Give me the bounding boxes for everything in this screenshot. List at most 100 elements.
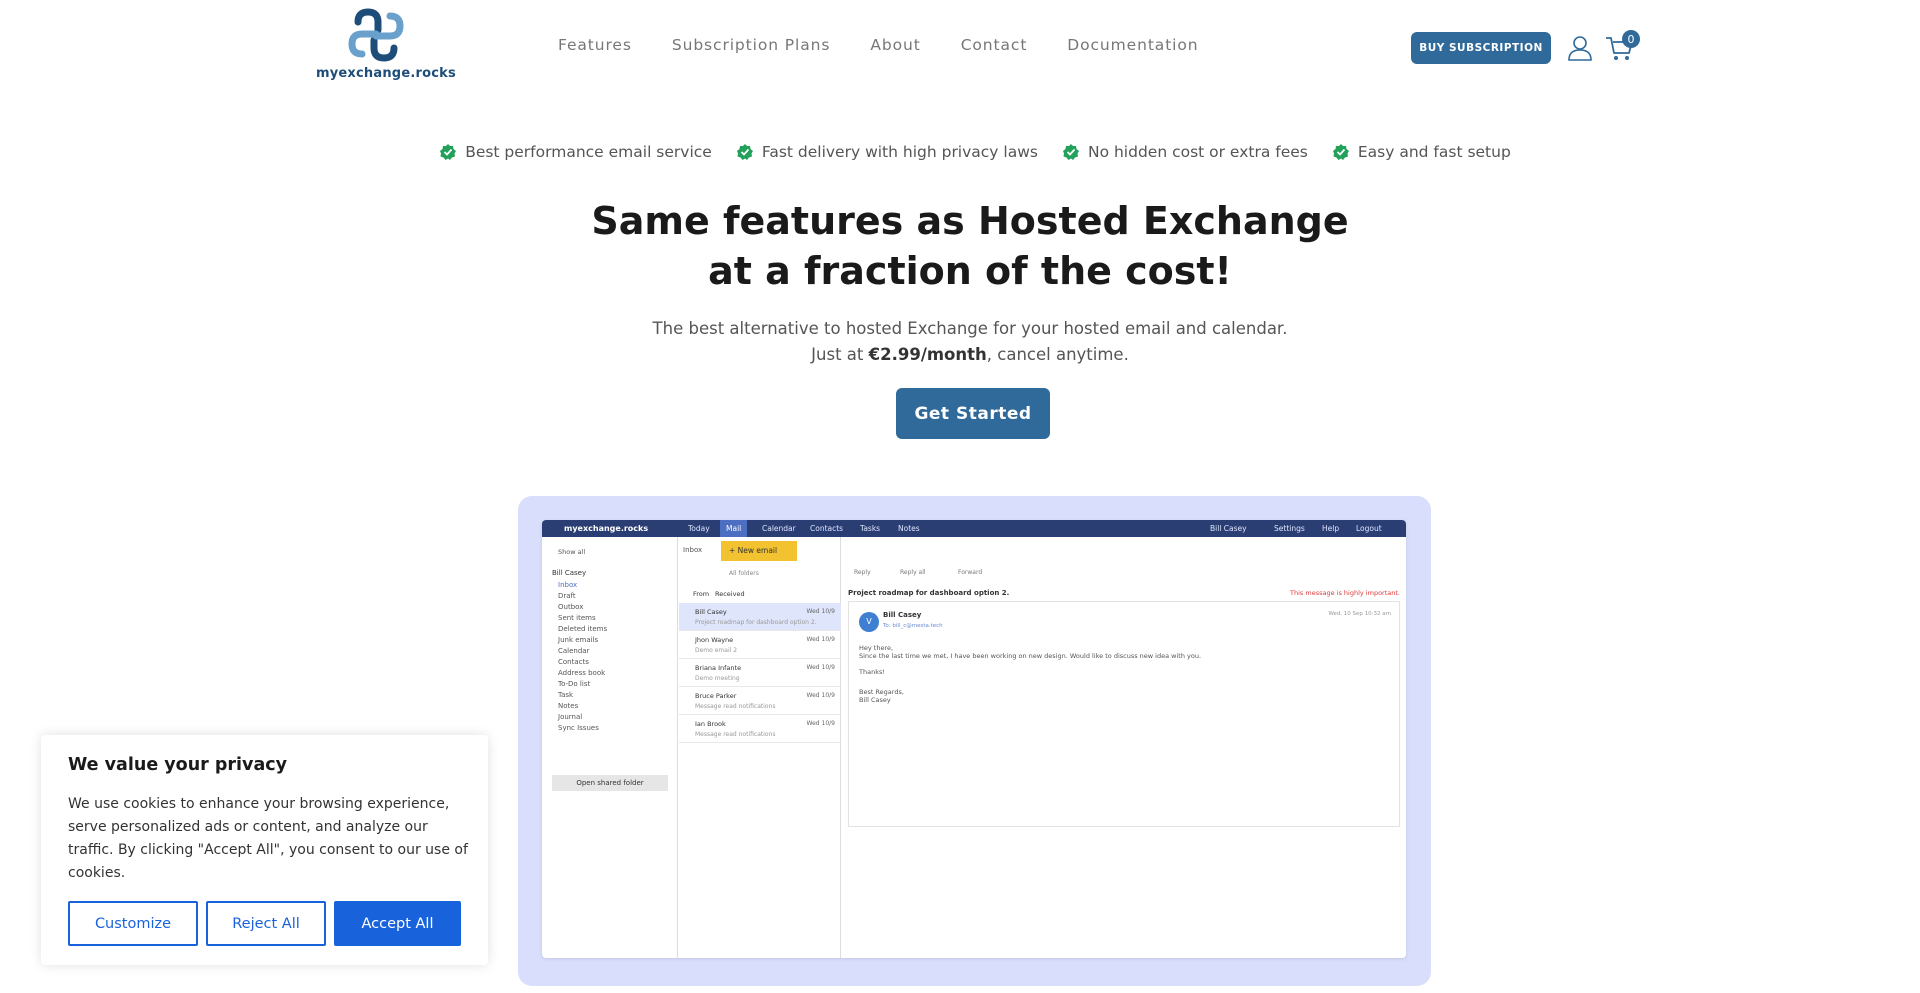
mockup-mail-date: Wed 10/9 <box>806 664 835 671</box>
nav-contact[interactable]: Contact <box>961 36 1028 54</box>
nav-subscription-plans[interactable]: Subscription Plans <box>672 36 831 54</box>
mockup-col-from: From <box>693 590 710 598</box>
nav-features[interactable]: Features <box>558 36 632 54</box>
mockup-reader-from: Bill Casey <box>883 611 922 619</box>
mockup-brand: myexchange.rocks <box>564 524 649 533</box>
nav-about[interactable]: About <box>870 36 920 54</box>
mockup-mail-from: Jhon Wayne <box>695 636 734 644</box>
mockup-mail-subject: Project roadmap for dashboard option 2. <box>695 619 817 626</box>
mockup-folder: Outbox <box>558 603 584 611</box>
mockup-body-regards: Best Regards, <box>859 688 904 696</box>
mockup-mail-row: Briana Infante Wed 10/9 Demo meeting <box>679 659 841 687</box>
mockup-folder: Draft <box>558 592 576 600</box>
logo-knot-icon <box>348 8 404 62</box>
mockup-body-sign: Bill Casey <box>859 696 891 704</box>
mockup-folder: Task <box>558 691 574 699</box>
mockup-show-all: Show all <box>558 548 586 556</box>
mockup-folder: Notes <box>558 702 579 710</box>
check-badge-icon <box>1332 144 1349 160</box>
mockup-folder-pane: Show all Bill Casey Inbox Draft Outbox S… <box>542 537 678 958</box>
mockup-tab-mail: Mail <box>720 520 748 537</box>
feature-item: No hidden cost or extra fees <box>1062 143 1308 161</box>
mockup-folder: Journal <box>558 713 583 721</box>
mockup-mail-date: Wed 10/9 <box>806 692 835 699</box>
mockup-tab-contacts: Contacts <box>810 524 844 533</box>
mockup-folder: Sent items <box>558 614 596 622</box>
mockup-tab-notes: Notes <box>898 524 920 533</box>
mockup-action-reply: Reply <box>854 569 871 576</box>
mockup-all-folders: All folders <box>729 570 759 577</box>
hero-title: Same features as Hosted Exchange at a fr… <box>0 196 1920 296</box>
mockup-mail-row: Ian Brook Wed 10/9 Message read notifica… <box>679 715 841 743</box>
hero-sub-line: The best alternative to hosted Exchange … <box>652 319 1288 338</box>
accept-all-button[interactable]: Accept All <box>334 901 461 946</box>
mockup-folder: Deleted items <box>558 625 608 633</box>
mockup-body-text: Since the last time we met, I have been … <box>859 652 1202 660</box>
mockup-folder: Contacts <box>558 658 589 666</box>
mockup-mail-from: Bruce Parker <box>695 692 737 700</box>
mockup-important-note: This message is highly important. <box>1290 589 1400 597</box>
customize-button[interactable]: Customize <box>68 901 198 946</box>
mockup-reader-subject: Project roadmap for dashboard option 2. <box>848 589 1010 597</box>
check-badge-icon <box>1062 144 1079 160</box>
check-badge-icon <box>736 144 753 160</box>
mockup-mail-from: Bill Casey <box>695 608 727 616</box>
hero-subtitle: The best alternative to hosted Exchange … <box>0 316 1920 368</box>
mockup-action-reply-all: Reply all <box>900 569 926 576</box>
mockup-tab-tasks: Tasks <box>860 524 881 533</box>
mockup-user: Bill Casey <box>1210 524 1247 533</box>
buy-subscription-button[interactable]: BUY SUBSCRIPTION <box>1411 32 1551 64</box>
mockup-tab-today: Today <box>688 524 710 533</box>
mockup-folder: Calendar <box>558 647 590 655</box>
mockup-help: Help <box>1322 524 1340 533</box>
logo-text: myexchange.rocks <box>316 66 456 81</box>
hero-title-line: Same features as Hosted Exchange <box>591 199 1349 243</box>
webmail-mockup: myexchange.rocks Today Mail Calendar Con… <box>542 520 1406 958</box>
mockup-reader-to: To: bill_c@mesta.tech <box>883 623 943 629</box>
mockup-mail-date: Wed 10/9 <box>806 720 835 727</box>
mockup-logout: Logout <box>1356 524 1382 533</box>
feature-item: Fast delivery with high privacy laws <box>736 143 1038 161</box>
cookie-text: We use cookies to enhance your browsing … <box>68 796 468 881</box>
logo[interactable]: myexchange.rocks <box>316 8 456 86</box>
mockup-folder: To-Do list <box>558 680 591 688</box>
cart-count-badge: 0 <box>1622 30 1640 48</box>
feature-label: Fast delivery with high privacy laws <box>761 143 1038 161</box>
mockup-mail-date: Wed 10/9 <box>806 636 835 643</box>
mockup-tree-root: Bill Casey <box>552 569 587 577</box>
mockup-mail-row: Bruce Parker Wed 10/9 Message read notif… <box>679 687 841 715</box>
mockup-body-greeting: Hey there, <box>859 644 894 652</box>
mockup-message: V Bill Casey To: bill_c@mesta.tech Wed, … <box>848 601 1400 827</box>
feature-strip: Best performance email service Fast deli… <box>0 143 1920 161</box>
reject-all-button[interactable]: Reject All <box>206 901 326 946</box>
feature-label: Easy and fast setup <box>1357 143 1511 161</box>
feature-item: Best performance email service <box>439 143 712 161</box>
hero-sub-prefix: Just at <box>811 345 869 364</box>
mockup-body-thanks: Thanks! <box>859 668 885 676</box>
mockup-mail-date: Wed 10/9 <box>806 608 835 615</box>
product-screenshot-frame: myexchange.rocks Today Mail Calendar Con… <box>518 496 1431 986</box>
mockup-inbox-label: Inbox <box>683 546 703 554</box>
get-started-button[interactable]: Get Started <box>896 388 1050 439</box>
mockup-mail-list: Inbox + New email All folders From Recei… <box>679 537 841 958</box>
hero-price: €2.99/month <box>868 345 987 364</box>
nav-documentation[interactable]: Documentation <box>1067 36 1198 54</box>
site-header: myexchange.rocks Features Subscription P… <box>0 0 1920 96</box>
cookie-consent-dialog: We value your privacy We use cookies to … <box>41 735 488 965</box>
mockup-mail-subject: Message read notifications <box>695 731 776 738</box>
cookie-title: We value your privacy <box>68 755 288 775</box>
mockup-folder: Inbox <box>558 581 578 589</box>
main-nav: Features Subscription Plans About Contac… <box>558 36 1239 54</box>
feature-label: Best performance email service <box>465 143 712 161</box>
mockup-reading-pane: Reply Reply all Forward Project roadmap … <box>842 537 1406 958</box>
mockup-mail-subject: Demo email 2 <box>695 647 738 654</box>
hero-sub-line: Just at €2.99/month, cancel anytime. <box>0 342 1920 368</box>
mockup-avatar: V <box>859 612 879 632</box>
mockup-mail-from: Ian Brook <box>695 720 726 728</box>
hero-title-line: at a fraction of the cost! <box>708 249 1232 293</box>
mockup-mail-row: Jhon Wayne Wed 10/9 Demo email 2 <box>679 631 841 659</box>
mockup-folder: Junk emails <box>558 636 599 644</box>
user-account-icon[interactable] <box>1566 34 1594 62</box>
feature-item: Easy and fast setup <box>1332 143 1511 161</box>
mockup-col-received: Received <box>715 590 745 598</box>
